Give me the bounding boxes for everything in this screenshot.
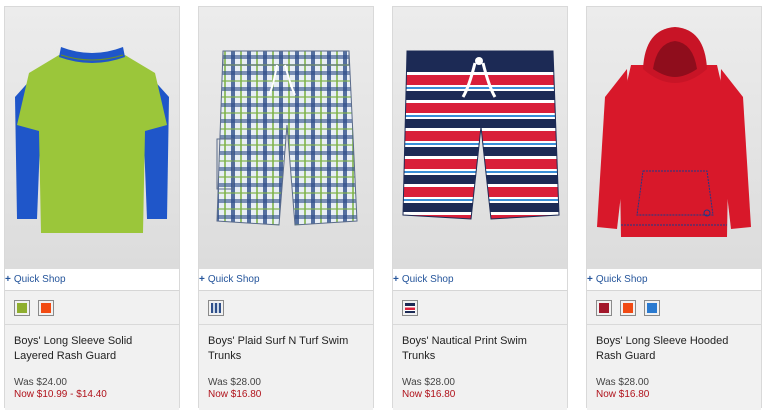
product-card: + Quick Shop Boys' Nautical Print Swim Tr…	[392, 6, 568, 410]
product-image[interactable]	[5, 7, 179, 269]
color-swatches	[14, 300, 62, 320]
divider	[393, 324, 567, 325]
now-price: Now $10.99 - $14.40	[14, 389, 107, 400]
quick-shop-link[interactable]: + Quick Shop	[5, 270, 179, 290]
product-image[interactable]	[587, 7, 761, 269]
product-name[interactable]: Boys' Long Sleeve Hooded Rash Guard	[596, 334, 754, 364]
plus-icon: +	[587, 274, 593, 285]
hooded-rash-guard-image	[597, 27, 751, 237]
quick-shop-link[interactable]: + Quick Shop	[393, 270, 567, 290]
was-price: Was $28.00	[402, 377, 455, 388]
plaid-swim-trunks-image	[216, 50, 358, 226]
quick-shop-link[interactable]: + Quick Shop	[587, 270, 761, 290]
swatch-orange[interactable]	[38, 300, 54, 316]
striped-swim-trunks-image	[402, 50, 560, 220]
was-price: Was $24.00	[14, 377, 67, 388]
swatch-plaid[interactable]	[208, 300, 224, 316]
now-price: Now $16.80	[402, 389, 456, 400]
color-swatches	[402, 300, 426, 320]
quick-shop-label: Quick Shop	[207, 274, 260, 285]
product-name[interactable]: Boys' Long Sleeve Solid Layered Rash Gua…	[14, 334, 172, 364]
divider	[199, 324, 373, 325]
color-swatches	[208, 300, 232, 320]
was-price: Was $28.00	[596, 377, 649, 388]
quick-shop-link[interactable]: + Quick Shop	[199, 270, 373, 290]
swatch-red[interactable]	[596, 300, 612, 316]
product-card: + Quick Shop Boys' Plaid Surf N Turf Swim…	[198, 6, 374, 410]
now-price: Now $16.80	[208, 389, 262, 400]
product-details: Boys' Nautical Print Swim Trunks Was $28…	[393, 290, 567, 410]
plus-icon: +	[393, 274, 399, 285]
product-card: + Quick Shop Boys' Long Sleeve Hooded Ras…	[586, 6, 762, 410]
quick-shop-label: Quick Shop	[13, 274, 66, 285]
swatch-nautical-stripe[interactable]	[402, 300, 418, 316]
divider	[5, 324, 179, 325]
plus-icon: +	[199, 274, 205, 285]
quick-shop-label: Quick Shop	[595, 274, 648, 285]
swatch-green[interactable]	[14, 300, 30, 316]
product-details: Boys' Long Sleeve Hooded Rash Guard Was …	[587, 290, 761, 410]
color-swatches	[596, 300, 668, 320]
swatch-orange[interactable]	[620, 300, 636, 316]
swatch-blue[interactable]	[644, 300, 660, 316]
quick-shop-label: Quick Shop	[401, 274, 454, 285]
product-details: Boys' Plaid Surf N Turf Swim Trunks Was …	[199, 290, 373, 410]
product-name[interactable]: Boys' Plaid Surf N Turf Swim Trunks	[208, 334, 366, 364]
product-image[interactable]	[199, 7, 373, 269]
now-price: Now $16.80	[596, 389, 650, 400]
plus-icon: +	[5, 274, 11, 285]
divider	[587, 324, 761, 325]
product-card: + Quick Shop Boys' Long Sleeve Solid Laye…	[4, 6, 180, 410]
product-image[interactable]	[393, 7, 567, 269]
was-price: Was $28.00	[208, 377, 261, 388]
long-sleeve-rash-guard-image	[15, 47, 169, 233]
product-name[interactable]: Boys' Nautical Print Swim Trunks	[402, 334, 560, 364]
product-details: Boys' Long Sleeve Solid Layered Rash Gua…	[5, 290, 179, 410]
